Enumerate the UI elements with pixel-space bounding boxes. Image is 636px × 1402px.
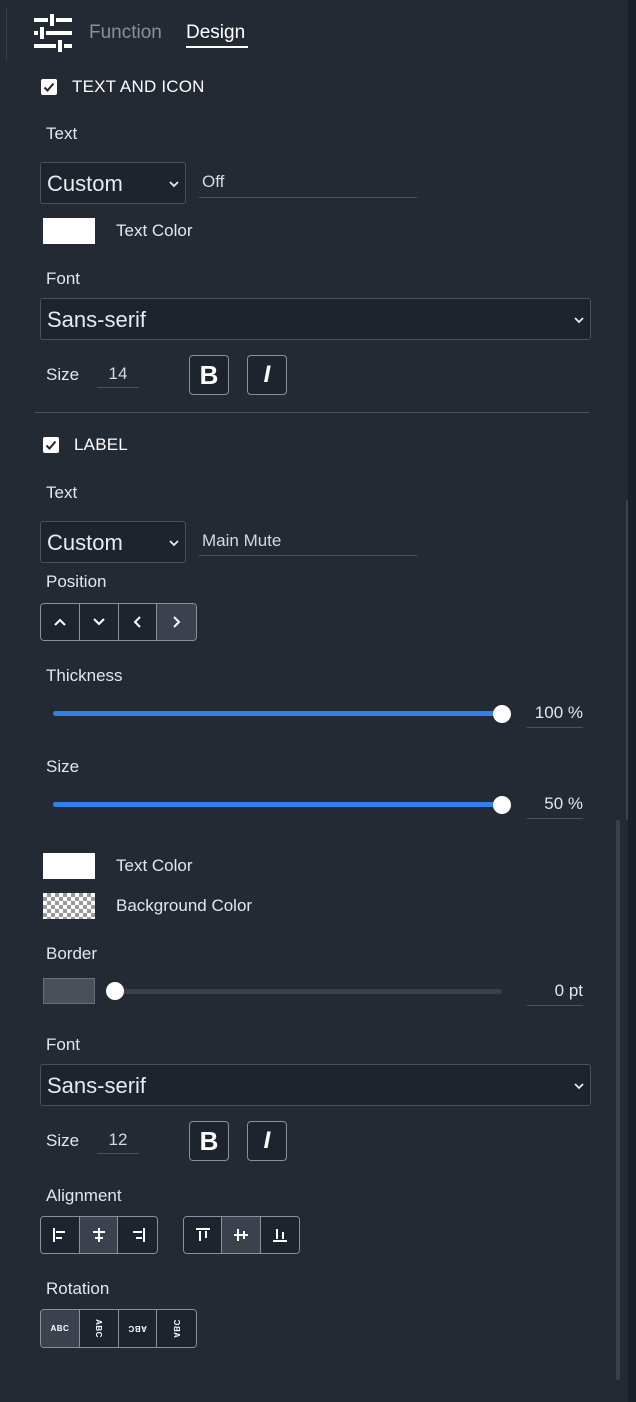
text-and-icon-checkbox[interactable] bbox=[41, 79, 57, 95]
size-slider-label: Size bbox=[46, 757, 80, 776]
rotation-270-icon: ABC bbox=[172, 1319, 182, 1338]
label-text-color-label: Text Color bbox=[116, 856, 193, 875]
background-color-label: Background Color bbox=[116, 896, 253, 915]
border-slider-track[interactable] bbox=[115, 989, 502, 994]
chevron-left-icon bbox=[133, 616, 142, 628]
bold-button[interactable]: B bbox=[189, 355, 229, 395]
text-value-input[interactable]: Off bbox=[199, 172, 417, 198]
size-input[interactable]: 14 bbox=[97, 364, 139, 388]
border-value[interactable]: 0 pt bbox=[527, 981, 583, 1006]
align-bottom-icon bbox=[272, 1229, 287, 1242]
horizontal-alignment-group bbox=[40, 1216, 158, 1254]
rotation-270-button[interactable]: ABC bbox=[157, 1310, 196, 1347]
thickness-value[interactable]: 100 % bbox=[527, 703, 583, 728]
rotation-90-icon: ABC bbox=[94, 1319, 104, 1338]
text-mode-value: Custom bbox=[47, 171, 123, 196]
text-color-swatch[interactable] bbox=[43, 218, 95, 244]
size-slider-thumb[interactable] bbox=[493, 796, 511, 814]
italic-icon: I bbox=[263, 1127, 271, 1154]
font-label: Font bbox=[46, 269, 81, 288]
size-slider-fill bbox=[53, 802, 502, 807]
size-slider-value[interactable]: 50 % bbox=[527, 794, 583, 819]
tab-design[interactable]: Design bbox=[186, 22, 245, 44]
label-text-input[interactable]: Main Mute bbox=[199, 531, 417, 556]
rotation-180-button[interactable]: ABC bbox=[118, 1310, 158, 1347]
panel-edge bbox=[628, 0, 636, 1402]
rotation-90-button[interactable]: ABC bbox=[79, 1310, 119, 1347]
label-font-value: Sans-serif bbox=[47, 1073, 147, 1098]
thickness-slider-thumb[interactable] bbox=[493, 705, 511, 723]
position-bottom-button[interactable] bbox=[79, 604, 119, 640]
align-left-button[interactable] bbox=[41, 1217, 80, 1253]
vertical-alignment-group bbox=[183, 1216, 300, 1254]
background-color-swatch[interactable] bbox=[43, 893, 95, 919]
position-button-group bbox=[40, 603, 197, 641]
thickness-label: Thickness bbox=[46, 666, 123, 685]
alignment-label: Alignment bbox=[46, 1186, 122, 1205]
position-top-button[interactable] bbox=[41, 604, 80, 640]
bold-icon: B bbox=[199, 359, 219, 390]
align-left-icon bbox=[52, 1228, 65, 1242]
label-font-select[interactable]: Sans-serif bbox=[40, 1064, 591, 1106]
rotation-button-group: ABC ABC ABC ABC bbox=[40, 1309, 197, 1348]
label-text-label: Text bbox=[46, 483, 78, 502]
section-divider bbox=[35, 412, 589, 413]
align-right-icon bbox=[132, 1228, 145, 1242]
align-center-icon bbox=[92, 1228, 105, 1242]
border-color-swatch[interactable] bbox=[43, 978, 95, 1004]
bold-icon: B bbox=[199, 1125, 219, 1156]
text-label: Text bbox=[46, 124, 78, 143]
tab-design-underline bbox=[186, 46, 248, 48]
section-title-text-and-icon: TEXT AND ICON bbox=[72, 77, 205, 96]
label-size-label: Size bbox=[46, 1131, 80, 1150]
font-value: Sans-serif bbox=[47, 307, 147, 332]
position-label: Position bbox=[46, 572, 107, 591]
thickness-slider-fill bbox=[53, 711, 502, 716]
label-text-color-swatch[interactable] bbox=[43, 853, 95, 879]
align-center-button[interactable] bbox=[79, 1217, 119, 1253]
italic-button[interactable]: I bbox=[247, 355, 287, 395]
chevron-down-icon bbox=[574, 1083, 584, 1090]
chevron-down-icon bbox=[574, 317, 584, 324]
chevron-right-icon bbox=[172, 616, 181, 628]
label-text-mode-value: Custom bbox=[47, 530, 123, 555]
tab-function[interactable]: Function bbox=[89, 22, 162, 44]
rotation-0-button[interactable]: ABC bbox=[41, 1310, 80, 1347]
align-right-button[interactable] bbox=[118, 1217, 157, 1253]
chevron-down-icon bbox=[169, 540, 179, 547]
font-select[interactable]: Sans-serif bbox=[40, 298, 591, 340]
chevron-down-icon bbox=[92, 618, 105, 626]
section-title-label: LABEL bbox=[74, 435, 128, 454]
italic-icon: I bbox=[263, 361, 271, 388]
align-middle-button[interactable] bbox=[222, 1217, 261, 1253]
align-top-button[interactable] bbox=[184, 1217, 223, 1253]
chevron-up-icon bbox=[54, 618, 66, 626]
align-middle-icon bbox=[234, 1229, 249, 1241]
check-icon bbox=[43, 82, 55, 92]
chevron-down-icon bbox=[169, 181, 179, 188]
label-checkbox[interactable] bbox=[43, 437, 59, 453]
label-size-input[interactable]: 12 bbox=[97, 1130, 139, 1154]
align-bottom-button[interactable] bbox=[260, 1217, 299, 1253]
label-font-label: Font bbox=[46, 1035, 81, 1054]
rotation-180-icon: ABC bbox=[127, 1324, 147, 1333]
position-left-button[interactable] bbox=[118, 604, 158, 640]
header-divider bbox=[6, 8, 7, 60]
scrollbar-thumb[interactable] bbox=[616, 820, 620, 1380]
sliders-icon[interactable] bbox=[34, 14, 74, 52]
scroll-track bbox=[626, 500, 628, 820]
rotation-0-icon: ABC bbox=[50, 1324, 70, 1333]
check-icon bbox=[45, 440, 57, 450]
position-right-button[interactable] bbox=[157, 604, 196, 640]
size-label: Size bbox=[46, 365, 80, 384]
text-color-label: Text Color bbox=[116, 221, 193, 240]
label-text-mode-select[interactable]: Custom bbox=[40, 521, 186, 563]
border-label: Border bbox=[46, 944, 98, 963]
rotation-label: Rotation bbox=[46, 1279, 110, 1298]
text-mode-select[interactable]: Custom bbox=[40, 162, 186, 204]
label-bold-button[interactable]: B bbox=[189, 1121, 229, 1161]
border-slider-thumb[interactable] bbox=[106, 982, 124, 1000]
label-italic-button[interactable]: I bbox=[247, 1121, 287, 1161]
align-top-icon bbox=[195, 1228, 210, 1241]
